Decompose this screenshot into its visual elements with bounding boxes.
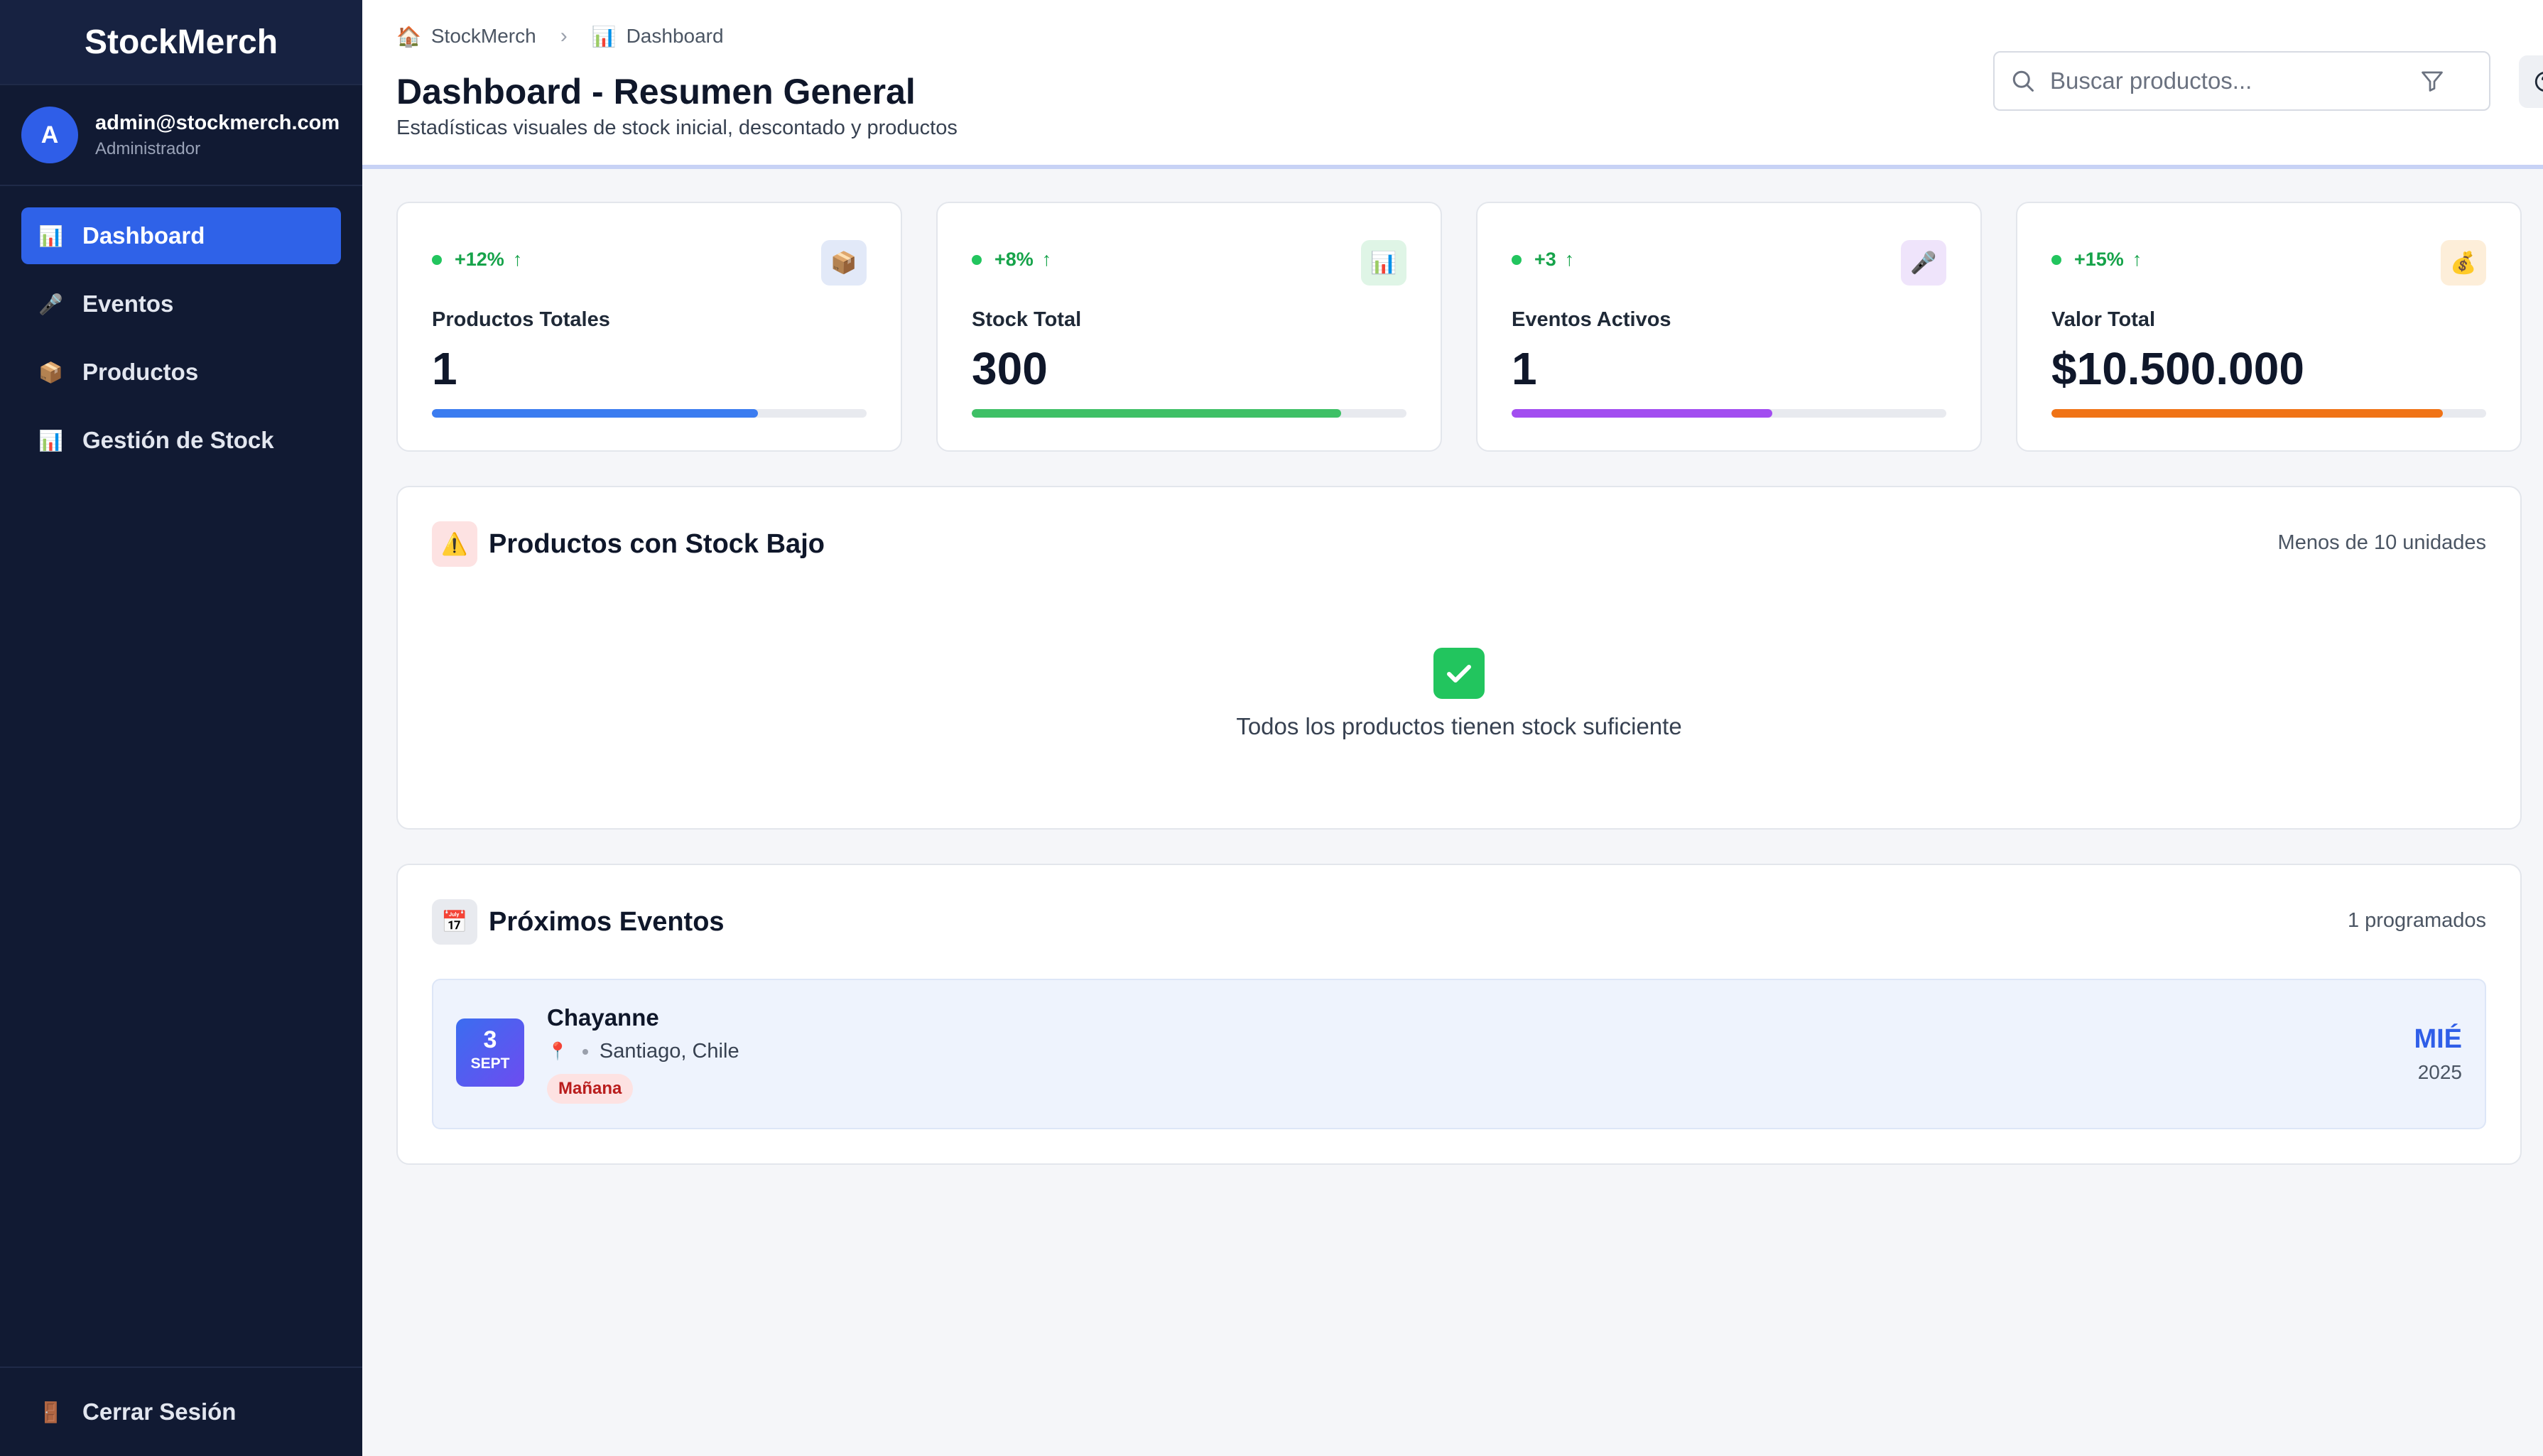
door-icon: 🚪	[38, 1401, 63, 1423]
trend-indicator: +8% ↑	[972, 249, 1051, 271]
panel-header: 📅 Próximos Eventos	[432, 899, 725, 945]
stat-value: $10.500.000	[2051, 343, 2304, 394]
sidebar-item-gestion-stock[interactable]: 📊 Gestión de Stock	[21, 412, 341, 469]
avatar: A	[21, 107, 78, 163]
trend-indicator: +15% ↑	[2051, 249, 2142, 271]
panel-title: Próximos Eventos	[489, 906, 725, 937]
sidebar-item-eventos[interactable]: 🎤 Eventos	[21, 276, 341, 332]
search-box[interactable]	[1993, 51, 2490, 111]
event-day: 3	[483, 1026, 497, 1053]
panel-meta: 1 programados	[2347, 909, 2486, 932]
low-stock-panel: ⚠️ Productos con Stock Bajo Menos de 10 …	[396, 486, 2522, 830]
user-profile[interactable]: A admin@stockmerch.com Administrador	[0, 85, 362, 186]
sidebar: StockMerch A admin@stockmerch.com Admini…	[0, 0, 362, 1456]
logout-label: Cerrar Sesión	[82, 1398, 237, 1425]
user-email: admin@stockmerch.com	[95, 111, 340, 134]
panel-title: Productos con Stock Bajo	[489, 528, 825, 559]
panel-meta: Menos de 10 unidades	[2277, 531, 2486, 554]
brand-logo[interactable]: StockMerch	[0, 0, 362, 85]
search-icon	[2012, 70, 2034, 92]
sidebar-item-dashboard[interactable]: 📊 Dashboard	[21, 207, 341, 264]
sidebar-item-label: Dashboard	[82, 222, 205, 249]
search-input[interactable]	[2050, 67, 2419, 94]
event-month: SEPT	[470, 1055, 510, 1072]
sidebar-item-label: Eventos	[82, 290, 174, 317]
pin-icon: 📍	[547, 1042, 568, 1061]
progress-bar	[432, 409, 867, 418]
trend-value: +3	[1534, 249, 1556, 270]
stat-card-eventos-activos[interactable]: +3 ↑ 🎤 Eventos Activos 1	[1476, 202, 1982, 452]
trend-indicator: +12% ↑	[432, 249, 522, 271]
stat-card-stock-total[interactable]: +8% ↑ 📊 Stock Total 300	[936, 202, 1442, 452]
calendar-icon: 📅	[432, 899, 477, 945]
help-icon	[2534, 72, 2543, 92]
progress-fill	[2051, 409, 2443, 418]
trend-indicator: +3 ↑	[1512, 249, 1574, 271]
progress-fill	[432, 409, 758, 418]
stat-card-valor-total[interactable]: +15% ↑ 💰 Valor Total $10.500.000	[2016, 202, 2522, 452]
check-icon	[1433, 648, 1485, 699]
trend-value: +12%	[455, 249, 504, 270]
event-date-badge: 3 SEPT	[456, 1018, 524, 1087]
trend-value: +15%	[2074, 249, 2124, 270]
bar-chart-icon: 📊	[38, 429, 63, 452]
event-weekday: MIÉ	[2414, 1024, 2462, 1054]
user-info: admin@stockmerch.com Administrador	[95, 112, 340, 159]
stat-label: Eventos Activos	[1512, 308, 1671, 331]
sidebar-item-label: Productos	[82, 359, 199, 385]
stat-value: 1	[432, 343, 457, 394]
bar-chart-icon: 📊	[1361, 240, 1406, 286]
page-header: 🏠 StockMerch › 📊 Dashboard Dashboard - R…	[362, 0, 2543, 169]
sidebar-nav: 📊 Dashboard 🎤 Eventos 📦 Productos 📊 Gest…	[0, 186, 362, 469]
progress-fill	[1512, 409, 1773, 418]
microphone-icon: 🎤	[1901, 240, 1946, 286]
arrow-up-icon: ↑	[2132, 249, 2142, 270]
arrow-up-icon: ↑	[512, 249, 523, 270]
home-icon: 🏠	[396, 25, 421, 48]
stat-label: Stock Total	[972, 308, 1082, 331]
trend-value: +8%	[994, 249, 1034, 270]
sidebar-item-label: Gestión de Stock	[82, 427, 274, 453]
stat-value: 1	[1512, 343, 1537, 394]
bar-chart-icon: 📊	[591, 25, 617, 48]
page-subtitle: Estadísticas visuales de stock inicial, …	[396, 116, 958, 139]
event-item[interactable]: 3 SEPT Chayanne 📍 Santiago, Chile Mañana…	[432, 979, 2486, 1129]
progress-bar	[2051, 409, 2486, 418]
breadcrumb: 🏠 StockMerch › 📊 Dashboard	[396, 24, 724, 48]
upcoming-events-panel: 📅 Próximos Eventos 1 programados 3 SEPT …	[396, 864, 2522, 1165]
page-title: Dashboard - Resumen General	[396, 72, 916, 112]
event-badge: Mañana	[547, 1074, 634, 1104]
progress-bar	[1512, 409, 1946, 418]
microphone-icon: 🎤	[38, 293, 63, 315]
money-bag-icon: 💰	[2441, 240, 2486, 286]
empty-message: Todos los productos tienen stock suficie…	[1236, 713, 1682, 739]
filter-icon[interactable]	[2419, 68, 2445, 94]
event-name: Chayanne	[547, 1004, 659, 1031]
logout-button[interactable]: 🚪 Cerrar Sesión	[0, 1367, 362, 1456]
stats-cards: +12% ↑ 📦 Productos Totales 1 +8% ↑ 📊 Stock…	[396, 202, 2522, 452]
event-year: 2025	[2417, 1061, 2462, 1083]
stat-label: Productos Totales	[432, 308, 610, 331]
event-location-text: Santiago, Chile	[599, 1040, 739, 1063]
event-location: 📍 Santiago, Chile	[547, 1040, 739, 1063]
progress-fill	[972, 409, 1342, 418]
stat-value: 300	[972, 343, 1048, 394]
warning-icon: ⚠️	[432, 521, 477, 567]
empty-state: Todos los productos tienen stock suficie…	[398, 648, 2520, 740]
breadcrumb-home[interactable]: StockMerch	[431, 25, 536, 48]
arrow-up-icon: ↑	[1041, 249, 1052, 270]
sidebar-item-productos[interactable]: 📦 Productos	[21, 344, 341, 401]
progress-bar	[972, 409, 1406, 418]
package-icon: 📦	[821, 240, 867, 286]
user-role: Administrador	[95, 138, 201, 158]
help-button[interactable]	[2519, 55, 2543, 108]
stat-label: Valor Total	[2051, 308, 2156, 331]
stat-card-productos-totales[interactable]: +12% ↑ 📦 Productos Totales 1	[396, 202, 902, 452]
package-icon: 📦	[38, 361, 63, 384]
arrow-up-icon: ↑	[1564, 249, 1575, 270]
chevron-right-icon: ›	[560, 24, 568, 48]
breadcrumb-current: Dashboard	[626, 25, 724, 47]
bar-chart-icon: 📊	[38, 224, 63, 247]
panel-header: ⚠️ Productos con Stock Bajo	[432, 521, 825, 567]
